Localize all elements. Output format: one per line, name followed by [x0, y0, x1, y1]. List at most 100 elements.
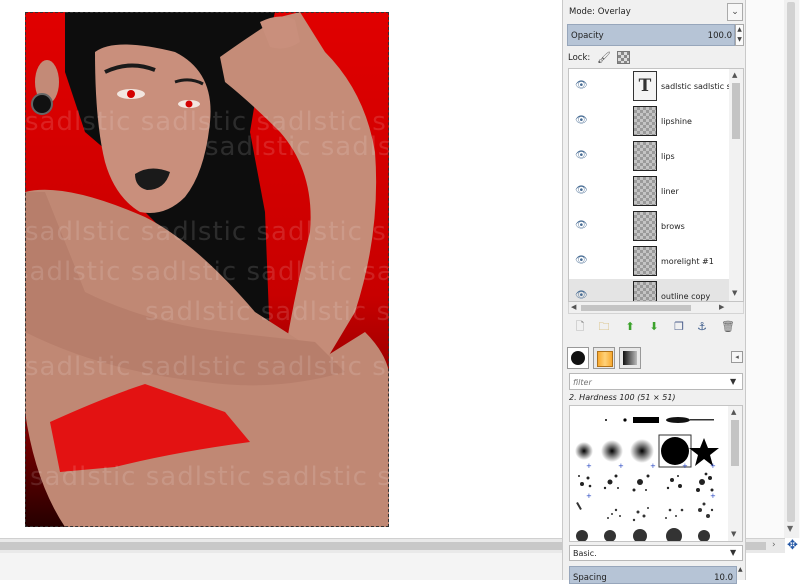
- layer-thumbnail: [633, 106, 657, 136]
- visibility-eye-icon[interactable]: 👁: [575, 221, 589, 231]
- watermark-text: sadlstic sadlstic sadlstic sadlstic sadl…: [25, 352, 389, 382]
- spin-up-icon[interactable]: ▲: [736, 25, 743, 35]
- spin-up-icon[interactable]: ▲: [738, 566, 744, 580]
- brush-plus-marker: +: [682, 462, 688, 470]
- brush-filter-field[interactable]: ▼: [569, 373, 743, 390]
- layer-thumbnail: [633, 246, 657, 276]
- delete-layer-icon[interactable]: 🗑: [721, 320, 735, 334]
- layer-name: liner: [661, 187, 679, 196]
- layer-name: morelight #1: [661, 257, 714, 266]
- layer-action-buttons: 🗋 🗀 ⬆ ⬇ ❐ ⚓ 🗑: [571, 320, 743, 336]
- brush-plus-marker: +: [586, 462, 592, 470]
- layers-list[interactable]: 👁 T sadlstic sadlstic sa 👁 lipshine 👁 li…: [568, 68, 744, 302]
- chevron-down-icon[interactable]: ▼: [730, 548, 736, 557]
- canvas-vertical-scroll-thumb[interactable]: [787, 2, 795, 522]
- brush-thumbnails: [575, 417, 719, 541]
- layer-mode-select[interactable]: Mode: Overlay ⌄: [567, 3, 743, 21]
- scroll-up-arrow-icon[interactable]: ▲: [731, 408, 736, 416]
- watermark-text: sadlstic sadlstic sadlstic sadlstic sadl…: [145, 297, 389, 327]
- lock-label: Lock:: [568, 53, 591, 63]
- scroll-down-arrow-icon[interactable]: ▼: [787, 524, 793, 533]
- layer-row[interactable]: 👁 lipshine: [569, 104, 729, 139]
- lock-pixels-brush-icon[interactable]: 🖌: [597, 51, 611, 65]
- chevron-down-icon[interactable]: ▼: [730, 377, 736, 386]
- lock-alpha-icon[interactable]: [617, 51, 630, 64]
- layer-name: outline copy: [661, 292, 711, 301]
- brush-plus-marker: +: [586, 492, 592, 500]
- scroll-up-arrow-icon[interactable]: ▲: [732, 71, 737, 79]
- chevron-down-icon[interactable]: ⌄: [727, 3, 743, 21]
- scroll-down-arrow-icon[interactable]: ▼: [731, 530, 736, 538]
- watermark-text: sadlstic sadlstic sadlstic sadlstic sadl…: [25, 257, 389, 287]
- brush-plus-marker: +: [618, 462, 624, 470]
- raise-layer-icon[interactable]: ⬆: [623, 320, 637, 334]
- visibility-eye-icon[interactable]: 👁: [575, 186, 589, 196]
- new-layer-group-icon[interactable]: 🗀: [597, 320, 611, 334]
- layer-thumbnail: [633, 176, 657, 206]
- duplicate-layer-icon[interactable]: ❐: [672, 320, 686, 334]
- layer-row[interactable]: 👁 lips: [569, 139, 729, 174]
- layer-mode-label: Mode: Overlay: [569, 7, 631, 17]
- opacity-value: 100.0: [707, 31, 732, 41]
- opacity-spinner[interactable]: ▲ ▼: [735, 24, 744, 46]
- layer-row[interactable]: 👁 morelight #1: [569, 244, 729, 279]
- canvas-vertical-scrollbar[interactable]: ▼: [784, 0, 799, 538]
- layer-name: sadlstic sadlstic sa: [661, 82, 729, 91]
- watermark-text: sadlstic sadlstic sadlstic sadlstic sadl…: [25, 217, 389, 247]
- layer-name: brows: [661, 222, 685, 231]
- tab-menu-icon[interactable]: ◂: [731, 351, 743, 363]
- brushes-patterns-gradients-tabs: ◂: [567, 347, 743, 369]
- layer-row[interactable]: 👁 outline copy: [569, 279, 729, 301]
- spacing-slider[interactable]: Spacing 10.0: [569, 566, 737, 584]
- layers-brushes-dock: Mode: Overlay ⌄ Opacity 100.0 ▲ ▼ Lock: …: [562, 0, 746, 584]
- image-canvas-area[interactable]: sadlstic sadlstic sadlstic sadlstic sadl…: [0, 0, 562, 538]
- scroll-right-arrow-icon[interactable]: ▶: [719, 303, 724, 311]
- brush-filter-input[interactable]: [573, 377, 723, 388]
- scroll-left-arrow-icon[interactable]: ◀: [571, 303, 576, 311]
- layer-thumbnail: [633, 281, 657, 301]
- status-bar: [0, 553, 562, 580]
- spin-down-icon[interactable]: ▼: [736, 35, 743, 45]
- visibility-eye-icon[interactable]: 👁: [575, 81, 589, 91]
- brush-plus-marker: +: [650, 462, 656, 470]
- navigate-icon[interactable]: ✥: [785, 538, 800, 553]
- canvas-image[interactable]: sadlstic sadlstic sadlstic sadlstic sadl…: [25, 12, 389, 527]
- selected-brush-name: 2. Hardness 100 (51 × 51): [569, 393, 676, 402]
- visibility-eye-icon[interactable]: 👁: [575, 151, 589, 161]
- layer-row[interactable]: 👁 liner: [569, 174, 729, 209]
- layers-horizontal-scrollbar[interactable]: ◀ ▶: [568, 302, 744, 314]
- text-layer-thumbnail: T: [633, 71, 657, 101]
- layer-name: lipshine: [661, 117, 692, 126]
- layers-scroll-thumb[interactable]: [732, 83, 740, 139]
- visibility-eye-icon[interactable]: 👁: [575, 256, 589, 266]
- spacing-label: Spacing: [573, 573, 607, 583]
- anchor-layer-icon[interactable]: ⚓: [695, 320, 709, 334]
- layer-name: lips: [661, 152, 675, 161]
- scroll-right-arrow-icon[interactable]: ›: [772, 540, 776, 550]
- layer-row[interactable]: 👁 brows: [569, 209, 729, 244]
- layers-horizontal-scroll-thumb[interactable]: [581, 305, 691, 311]
- tab-gradients[interactable]: [619, 347, 641, 369]
- watermark-text: sadlstic sadlstic sadlstic sadlstic sadl…: [30, 462, 389, 492]
- brush-grid-scrollbar[interactable]: ▲ ▼: [728, 406, 742, 541]
- tab-brushes[interactable]: [567, 347, 589, 369]
- layers-vertical-scrollbar[interactable]: ▲ ▼: [729, 69, 743, 301]
- scroll-down-arrow-icon[interactable]: ▼: [732, 289, 737, 297]
- brush-grid[interactable]: + + + + + + + ▲ ▼: [569, 405, 743, 542]
- canvas-right-margin: ▼: [746, 0, 800, 538]
- layer-row[interactable]: 👁 T sadlstic sadlstic sa: [569, 69, 729, 104]
- tab-patterns[interactable]: [593, 347, 615, 369]
- spacing-value: 10.0: [714, 573, 733, 583]
- visibility-eye-icon[interactable]: 👁: [575, 116, 589, 126]
- visibility-eye-icon[interactable]: 👁: [575, 291, 589, 301]
- brush-preset-select[interactable]: Basic. ▼: [569, 545, 743, 561]
- new-layer-icon[interactable]: 🗋: [573, 320, 587, 334]
- brush-plus-marker: +: [710, 462, 716, 470]
- opacity-slider[interactable]: Opacity 100.0: [567, 24, 735, 46]
- opacity-label: Opacity: [571, 31, 604, 41]
- lock-row: Lock: 🖌: [567, 50, 743, 66]
- brush-plus-marker: +: [710, 492, 716, 500]
- brush-grid-scroll-thumb[interactable]: [731, 420, 739, 466]
- layer-thumbnail: [633, 211, 657, 241]
- lower-layer-icon[interactable]: ⬇: [647, 320, 661, 334]
